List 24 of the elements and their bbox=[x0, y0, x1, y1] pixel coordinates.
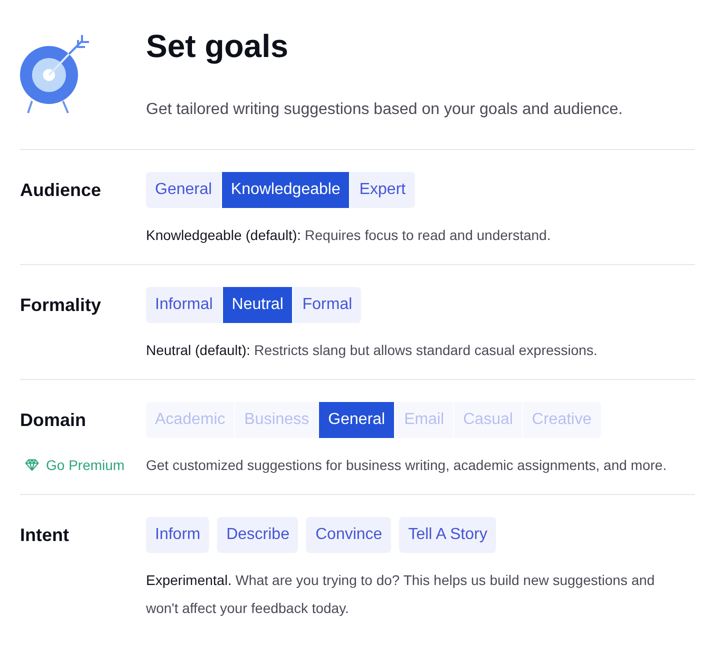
segment-button[interactable]: Neutral bbox=[222, 287, 292, 323]
section-label: Formality bbox=[20, 294, 102, 316]
target-with-arrow-icon bbox=[19, 33, 90, 114]
segment-button[interactable]: Informal bbox=[146, 287, 222, 323]
segment-button[interactable]: Expert bbox=[350, 172, 415, 208]
chip-button[interactable]: Convince bbox=[306, 517, 392, 553]
segment-button[interactable]: General bbox=[146, 172, 221, 208]
option-description: Get customized suggestions for business writing, academic assignments, and more. bbox=[146, 456, 667, 475]
page-subtitle: Get tailored writing suggestions based on your goals and audience. bbox=[146, 100, 623, 120]
segment-button[interactable]: Knowledgeable bbox=[222, 172, 350, 208]
section-label: Intent bbox=[20, 524, 69, 546]
section-label: Audience bbox=[20, 180, 102, 200]
diamond-icon bbox=[25, 459, 39, 471]
go-premium-link[interactable]: Go Premium bbox=[25, 457, 125, 473]
segment-button[interactable]: General bbox=[319, 402, 394, 438]
chip-button[interactable]: Describe bbox=[217, 517, 298, 553]
option-description: Neutral (default): Restricts slang but allows standard casual expressions. bbox=[146, 341, 598, 360]
option-description: Experimental. What are you trying to do? This helps us build new suggestions and won't affect your feedback today. bbox=[146, 571, 656, 618]
section-label: Domain bbox=[20, 410, 86, 430]
chip-button[interactable]: Inform bbox=[146, 517, 210, 553]
segment-button[interactable]: Formal bbox=[293, 287, 362, 323]
chip-button[interactable]: Tell A Story bbox=[399, 517, 496, 553]
page-title: Set goals bbox=[146, 27, 288, 66]
option-description: Knowledgeable (default): Requires focus to read and understand. bbox=[146, 226, 551, 245]
